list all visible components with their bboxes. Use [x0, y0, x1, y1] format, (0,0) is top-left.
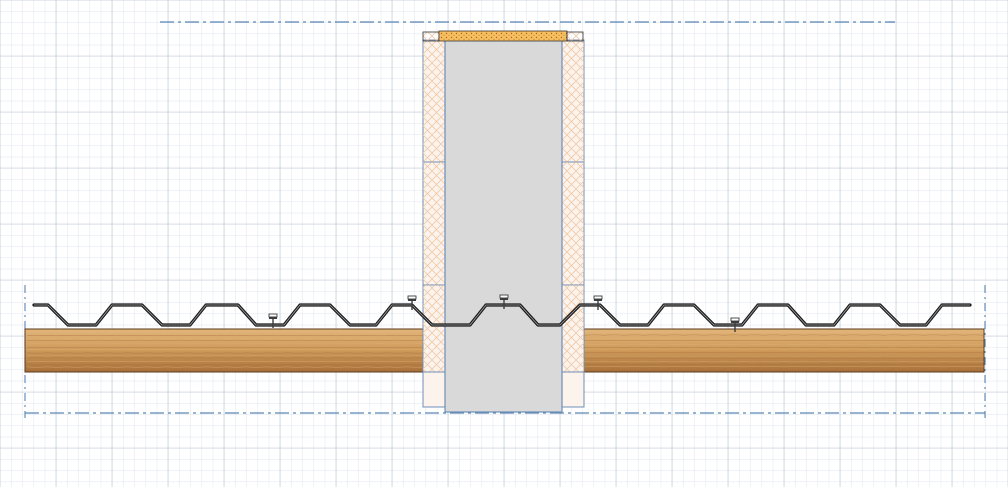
timber-beam-left: [24, 328, 428, 373]
timber-beam-right: [581, 328, 985, 373]
drawing-canvas: [0, 0, 1008, 487]
insulation-panel-left: [422, 39, 446, 408]
insulation-panel-right: [561, 39, 585, 408]
concrete-column: [444, 39, 563, 413]
roof-detail-drawing: [0, 0, 1008, 487]
column-cap: [422, 30, 584, 42]
